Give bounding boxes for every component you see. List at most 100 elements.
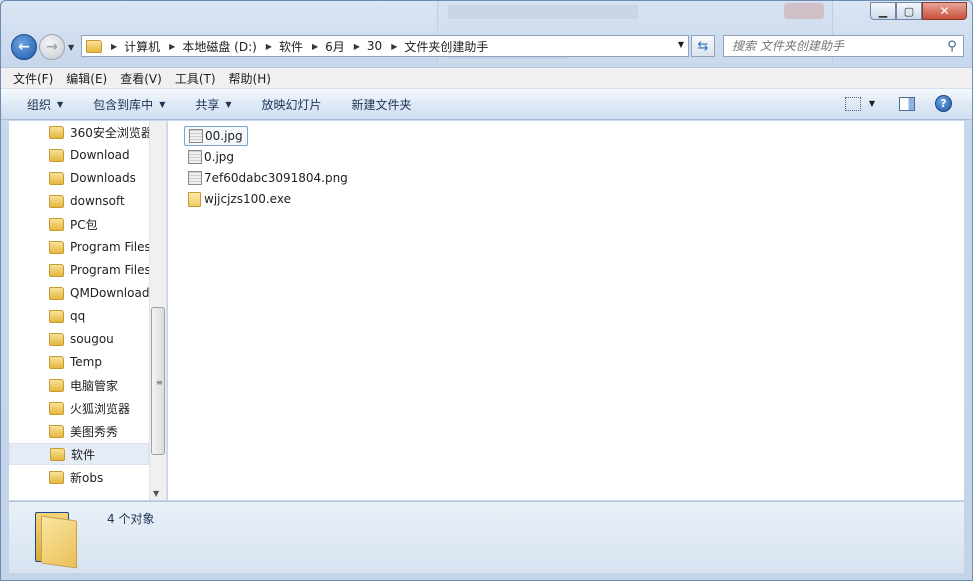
view-options-dropdown-icon[interactable]: ▼	[869, 99, 875, 108]
tree-item[interactable]: 火狐浏览器	[9, 397, 149, 419]
tree-item-label: QMDownload	[70, 286, 149, 300]
breadcrumb-item[interactable]: 软件	[279, 38, 303, 55]
folder-icon	[49, 240, 64, 254]
file-name: wjjcjzs100.exe	[204, 192, 291, 206]
menu-item[interactable]: 工具(T)	[175, 70, 216, 87]
breadcrumb-separator-icon[interactable]: ▶	[391, 42, 397, 51]
help-icon[interactable]: ?	[935, 95, 952, 112]
recent-pages-dropdown-icon[interactable]: ▼	[68, 43, 74, 52]
breadcrumb-separator-icon[interactable]: ▶	[354, 42, 360, 51]
menu-item[interactable]: 帮助(H)	[229, 70, 271, 87]
breadcrumb-separator-icon[interactable]: ▶	[312, 42, 318, 51]
tree-item[interactable]: 新obs	[9, 466, 149, 488]
tree-item[interactable]: downsoft	[9, 190, 149, 212]
breadcrumb-item[interactable]: 本地磁盘 (D:)	[182, 38, 256, 55]
menu-item[interactable]: 查看(V)	[120, 70, 162, 87]
tree-item[interactable]: 美图秀秀	[9, 420, 149, 442]
command-button[interactable]: 包含到库中 ▼	[93, 96, 165, 113]
folder-icon	[49, 309, 64, 323]
breadcrumb: ▶ 计算机 ▶ 本地磁盘 (D:) ▶ 软件 ▶ 6月 ▶ 30 ▶ 文件夹创建助手	[102, 38, 488, 55]
search-box[interactable]: ⚲	[723, 35, 964, 57]
breadcrumb-item[interactable]: 计算机	[124, 38, 160, 55]
file-item[interactable]: 7ef60dabc3091804.png	[184, 168, 352, 188]
menu-bar: 文件(F) 编辑(E) 查看(V) 工具(T) 帮助(H)	[1, 67, 972, 89]
tree-item-label: downsoft	[70, 194, 125, 208]
close-button[interactable]: ✕	[922, 2, 967, 20]
tree-item[interactable]: Temp	[9, 351, 149, 373]
command-button[interactable]: 放映幻灯片	[262, 96, 322, 113]
search-icon[interactable]: ⚲	[941, 39, 963, 54]
tree-item[interactable]: qq	[9, 305, 149, 327]
folder-icon	[49, 355, 64, 369]
details-pane: 4 个对象	[9, 501, 964, 573]
tree-item[interactable]: QMDownload	[9, 282, 149, 304]
preview-pane-icon[interactable]	[899, 96, 915, 111]
folder-icon	[49, 148, 64, 162]
folder-icon	[49, 332, 64, 346]
tree-item-label: 电脑管家	[70, 378, 119, 393]
maximize-button[interactable]: ▢	[896, 2, 922, 20]
command-bar: 组织 ▼ 包含到库中 ▼ 共享 ▼ 放映幻灯片 新建文件夹 ▼ ?	[1, 89, 972, 120]
tree-item[interactable]: Program Files	[9, 259, 149, 281]
command-label: 组织	[27, 97, 52, 112]
address-history-dropdown-icon[interactable]: ▼	[678, 40, 684, 49]
folder-icon	[86, 39, 102, 53]
breadcrumb-item[interactable]: 30	[367, 39, 382, 53]
tree-item[interactable]: PC包	[9, 213, 149, 235]
exe-file-icon	[188, 191, 201, 207]
address-bar[interactable]: ▶ 计算机 ▶ 本地磁盘 (D:) ▶ 软件 ▶ 6月 ▶ 30 ▶ 文件夹创建助手 ▼	[81, 35, 689, 57]
file-item[interactable]: wjjcjzs100.exe	[184, 189, 295, 209]
forward-button[interactable]: →	[39, 34, 65, 60]
navigation-scrollbar[interactable]: ≡ ▼	[149, 121, 166, 500]
tree-item-label: 火狐浏览器	[70, 401, 131, 416]
file-item[interactable]: 0.jpg	[184, 147, 238, 167]
image-file-icon	[188, 150, 202, 164]
command-label: 放映幻灯片	[261, 97, 322, 112]
refresh-button[interactable]: ⇆	[691, 35, 715, 57]
menu-item[interactable]: 文件(F)	[13, 70, 53, 87]
search-input[interactable]	[724, 36, 941, 56]
scrollbar-thumb[interactable]: ≡	[151, 307, 165, 455]
back-button[interactable]: ←	[11, 34, 37, 60]
chevron-down-icon: ▼	[225, 99, 232, 109]
tree-item-label: Download	[70, 148, 130, 162]
breadcrumb-separator-icon[interactable]: ▶	[111, 42, 117, 51]
file-name: 7ef60dabc3091804.png	[204, 171, 348, 185]
breadcrumb-separator-icon[interactable]: ▶	[169, 42, 175, 51]
tree-item[interactable]: Downloads	[9, 167, 149, 189]
folder-icon	[49, 125, 64, 139]
tree-item[interactable]: Program Files	[9, 236, 149, 258]
folder-icon	[49, 424, 64, 438]
scroll-down-arrow-icon[interactable]: ▼	[153, 489, 159, 498]
folder-icon	[49, 171, 64, 185]
tree-item[interactable]: 电脑管家	[9, 374, 149, 396]
breadcrumb-item[interactable]: 文件夹创建助手	[404, 38, 488, 55]
command-label: 共享	[195, 97, 220, 112]
menu-item[interactable]: 编辑(E)	[66, 70, 107, 87]
tree-item[interactable]: Download	[9, 144, 149, 166]
file-item[interactable]: 00.jpg	[184, 126, 248, 146]
command-button[interactable]: 共享 ▼	[195, 96, 231, 113]
image-file-icon	[188, 171, 202, 185]
breadcrumb-item[interactable]: 6月	[325, 38, 345, 55]
tree-item-label: PC包	[70, 217, 98, 232]
chevron-down-icon: ▼	[159, 99, 166, 109]
command-button[interactable]: 新建文件夹	[352, 96, 412, 113]
navigation-pane: 360安全浏览器 Download Downloads downsoft PC包 Prog…	[9, 121, 167, 500]
large-folder-icon	[31, 508, 81, 569]
tree-item-label: 360安全浏览器	[70, 125, 149, 140]
tree-item-label: Downloads	[70, 171, 136, 185]
tree-item[interactable]: 软件	[9, 443, 149, 465]
minimize-button[interactable]: ▁	[870, 2, 896, 20]
breadcrumb-separator-icon[interactable]: ▶	[266, 42, 272, 51]
folder-icon	[49, 194, 64, 208]
folder-icon	[49, 286, 64, 300]
tree-item[interactable]: sougou	[9, 328, 149, 350]
tree-item-label: 美图秀秀	[70, 424, 119, 439]
navigation-buttons: ← → ▼	[11, 34, 74, 60]
tree-item-label: sougou	[70, 332, 114, 346]
change-view-icon[interactable]	[844, 96, 861, 111]
tree-item[interactable]: 360安全浏览器	[9, 121, 149, 143]
tree-item-label: Program Files	[70, 263, 149, 277]
command-button[interactable]: 组织 ▼	[27, 96, 63, 113]
